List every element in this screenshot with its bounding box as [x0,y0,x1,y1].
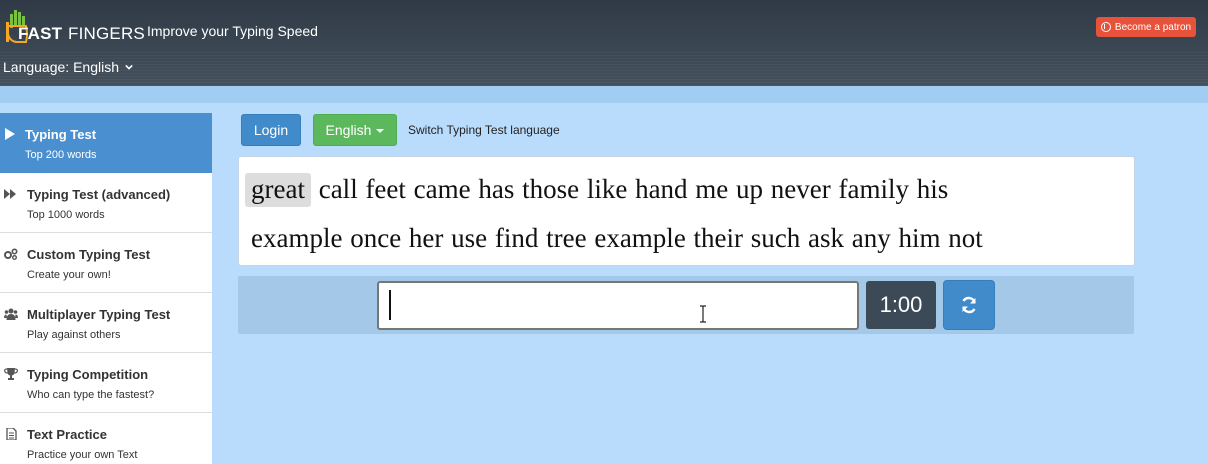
sidebar-item-multiplayer[interactable]: Multiplayer Typing Test Play against oth… [0,293,212,353]
sidebar-item-typing-test-advanced[interactable]: Typing Test (advanced) Top 1000 words [0,173,212,233]
caret-down-icon [376,129,385,133]
become-patron-button[interactable]: Become a patron [1096,17,1196,37]
gears-icon [4,248,18,260]
sidebar-item-title: Multiplayer Typing Test [27,307,171,322]
users-icon [4,308,18,320]
sidebar-item-title: Text Practice [27,427,107,442]
switch-language-label: Switch Typing Test language [408,123,560,137]
sidebar-item-title: Custom Typing Test [27,247,151,262]
sidebar-item-title: Typing Test (advanced) [27,187,171,202]
sidebar-item-typing-competition[interactable]: Typing Competition Who can type the fast… [0,353,212,413]
trophy-icon [4,368,18,380]
words-line-1-rest: call feet came has those like hand me up… [310,174,949,204]
sidebar-item-subtitle: Who can type the fastest? [27,389,155,401]
sidebar-item-subtitle: Create your own! [27,269,111,281]
test-language-label: English [325,122,372,138]
site-tagline: Improve your Typing Speed [147,23,318,39]
login-button[interactable]: Login [241,114,301,146]
header-stripes [0,52,1208,86]
sidebar-item-custom-typing-test[interactable]: Custom Typing Test Create your own! [0,233,212,293]
sidebar-item-title: Typing Test [25,127,97,142]
logo-text-fast: FAST [18,24,63,43]
language-selector[interactable]: Language: English [3,59,133,75]
text-caret [389,290,391,320]
ibeam-cursor-icon [700,305,706,323]
sidebar-item-typing-test[interactable]: Typing Test Top 200 words [0,113,212,173]
reload-button[interactable] [943,280,995,330]
words-line-1: great call feet came has those like hand… [245,173,949,207]
fast-forward-icon [4,189,16,199]
document-icon [6,428,17,440]
site-logo[interactable]: FAST FINGERS [2,4,145,46]
site-header: FAST FINGERS Improve your Typing Speed B… [0,0,1208,86]
sidebar-item-title: Typing Competition [27,367,149,382]
words-display: great call feet came has those like hand… [238,156,1135,266]
typing-input[interactable] [377,281,859,330]
sidebar-nav: Typing Test Top 200 words Typing Test (a… [0,113,212,464]
logo-text-fingers: FINGERS [68,24,145,43]
sidebar-item-subtitle: Top 1000 words [27,209,105,221]
countdown-timer: 1:00 [866,281,936,329]
sidebar-item-subtitle: Play against others [27,329,121,341]
play-icon [5,128,15,140]
header-subbar [0,86,1208,103]
patreon-icon [1100,22,1111,32]
refresh-icon [962,296,976,314]
words-line-2: example once her use find tree example t… [251,223,983,253]
test-language-dropdown[interactable]: English [313,114,397,146]
current-word: great [245,173,311,207]
patron-label: Become a patron [1114,21,1192,33]
sidebar-item-subtitle: Top 200 words [25,149,97,161]
sidebar-item-subtitle: Practice your own Text [27,449,138,461]
language-label: Language: English [3,59,119,75]
chevron-down-icon [125,64,133,70]
sidebar-item-text-practice[interactable]: Text Practice Practice your own Text [0,413,212,464]
